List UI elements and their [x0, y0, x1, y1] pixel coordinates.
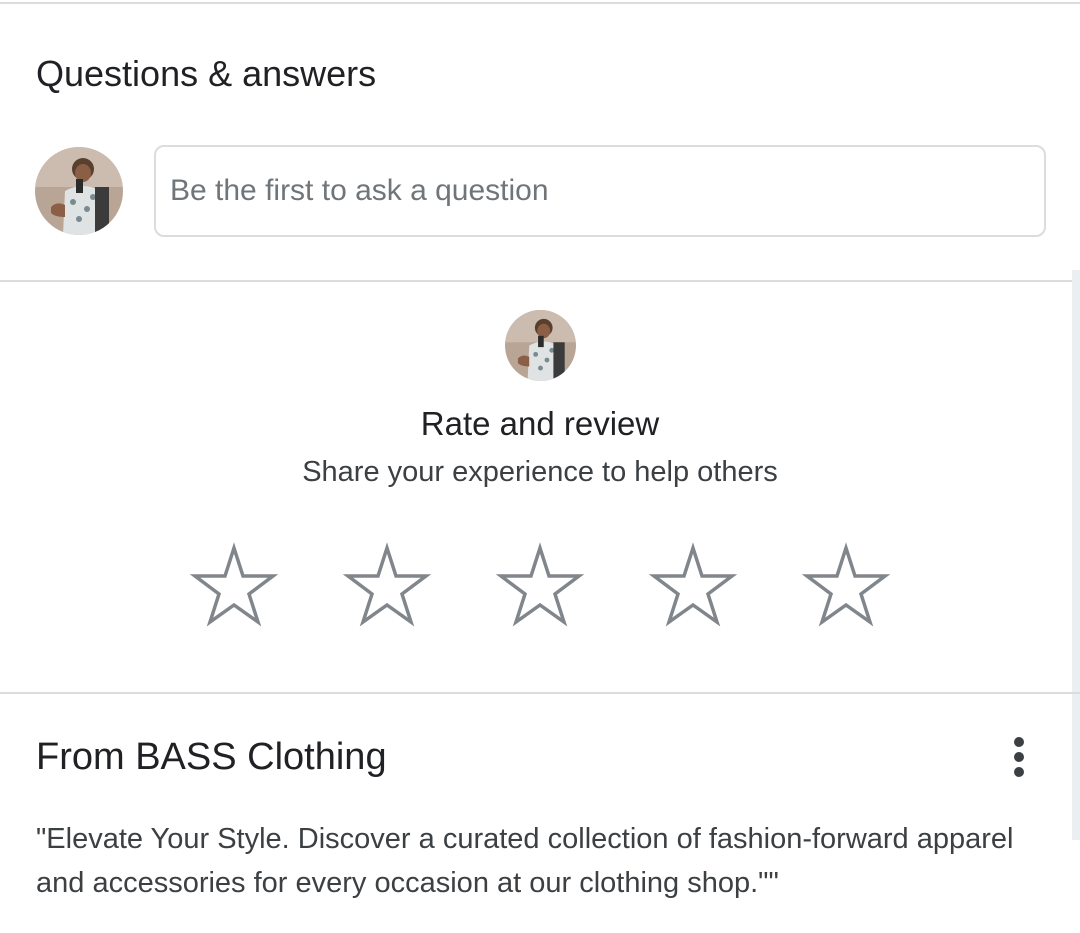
- star-4-icon[interactable]: [648, 540, 738, 630]
- rate-review-subtitle: Share your experience to help others: [302, 456, 778, 488]
- reviewer-photo: [505, 310, 576, 381]
- user-photo: [35, 147, 123, 235]
- star-2-icon[interactable]: [342, 540, 432, 630]
- merchant-title: From BASS Clothing: [36, 736, 387, 778]
- star-5-icon[interactable]: [801, 540, 891, 630]
- ask-question-input[interactable]: [154, 145, 1046, 237]
- top-divider: [0, 2, 1080, 4]
- page: Questions & answers Be the first to ask …: [0, 0, 1080, 933]
- more-vert-icon[interactable]: [996, 732, 1042, 782]
- star-rating: [0, 540, 1080, 630]
- star-1-icon[interactable]: [189, 540, 279, 630]
- rate-review-title: Rate and review: [420, 405, 660, 442]
- section-divider-2: [0, 692, 1080, 694]
- star-3-icon[interactable]: [495, 540, 585, 630]
- section-divider-1: [0, 280, 1080, 282]
- merchant-description: "Elevate Your Style. Discover a curated …: [36, 823, 1014, 899]
- questions-answers-title: Questions & answers: [36, 53, 377, 94]
- reviewer-avatar: [505, 310, 576, 381]
- user-avatar: [35, 147, 123, 235]
